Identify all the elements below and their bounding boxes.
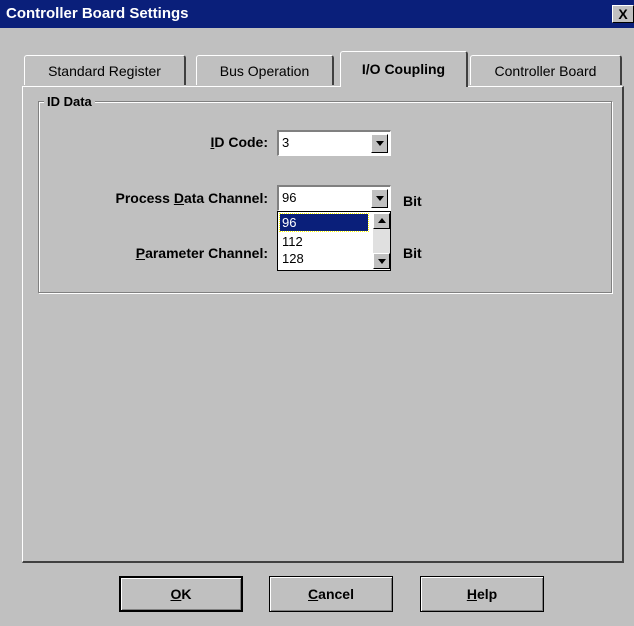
close-icon[interactable]: X xyxy=(612,5,634,23)
id-code-dropdown-button[interactable] xyxy=(371,134,388,153)
process-data-dropdown-list[interactable]: 96 112 128 xyxy=(277,211,391,271)
dropdown-option-128[interactable]: 128 xyxy=(280,250,368,267)
id-code-label: ID Code: xyxy=(210,134,268,150)
cancel-button[interactable]: Cancel xyxy=(269,576,393,612)
help-button[interactable]: Help xyxy=(420,576,544,612)
process-data-unit: Bit xyxy=(403,193,422,209)
tab-bus-operation[interactable]: Bus Operation xyxy=(196,55,334,85)
arrow-up-icon xyxy=(378,218,386,223)
id-code-select[interactable]: 3 xyxy=(277,130,391,156)
scroll-up-button[interactable] xyxy=(373,213,390,229)
parameter-channel-label: Parameter Channel: xyxy=(135,245,268,261)
process-data-channel-label: Process Data Channel: xyxy=(115,190,268,206)
process-data-channel-value: 96 xyxy=(282,190,297,205)
scrollbar-track[interactable] xyxy=(373,229,390,253)
tab-io-coupling[interactable]: I/O Coupling xyxy=(340,51,468,87)
process-data-channel-select[interactable]: 96 xyxy=(277,185,391,211)
dropdown-option-112[interactable]: 112 xyxy=(280,233,368,250)
scroll-down-button[interactable] xyxy=(373,253,390,269)
id-code-value: 3 xyxy=(282,135,290,150)
title-bar[interactable]: Controller Board Settings X xyxy=(0,0,634,28)
window-title: Controller Board Settings xyxy=(6,5,189,22)
dropdown-option-96[interactable]: 96 xyxy=(279,213,369,232)
tab-standard-register[interactable]: Standard Register xyxy=(24,55,186,85)
arrow-down-icon xyxy=(378,259,386,264)
group-title: ID Data xyxy=(44,94,95,109)
chevron-down-icon xyxy=(376,196,384,201)
chevron-down-icon xyxy=(376,141,384,146)
tab-controller-board[interactable]: Controller Board xyxy=(470,55,622,85)
ok-button[interactable]: OK xyxy=(119,576,243,612)
parameter-channel-unit: Bit xyxy=(403,245,422,261)
dialog-window: Controller Board Settings X Standard Reg… xyxy=(0,0,634,626)
process-data-dropdown-button[interactable] xyxy=(371,189,388,208)
